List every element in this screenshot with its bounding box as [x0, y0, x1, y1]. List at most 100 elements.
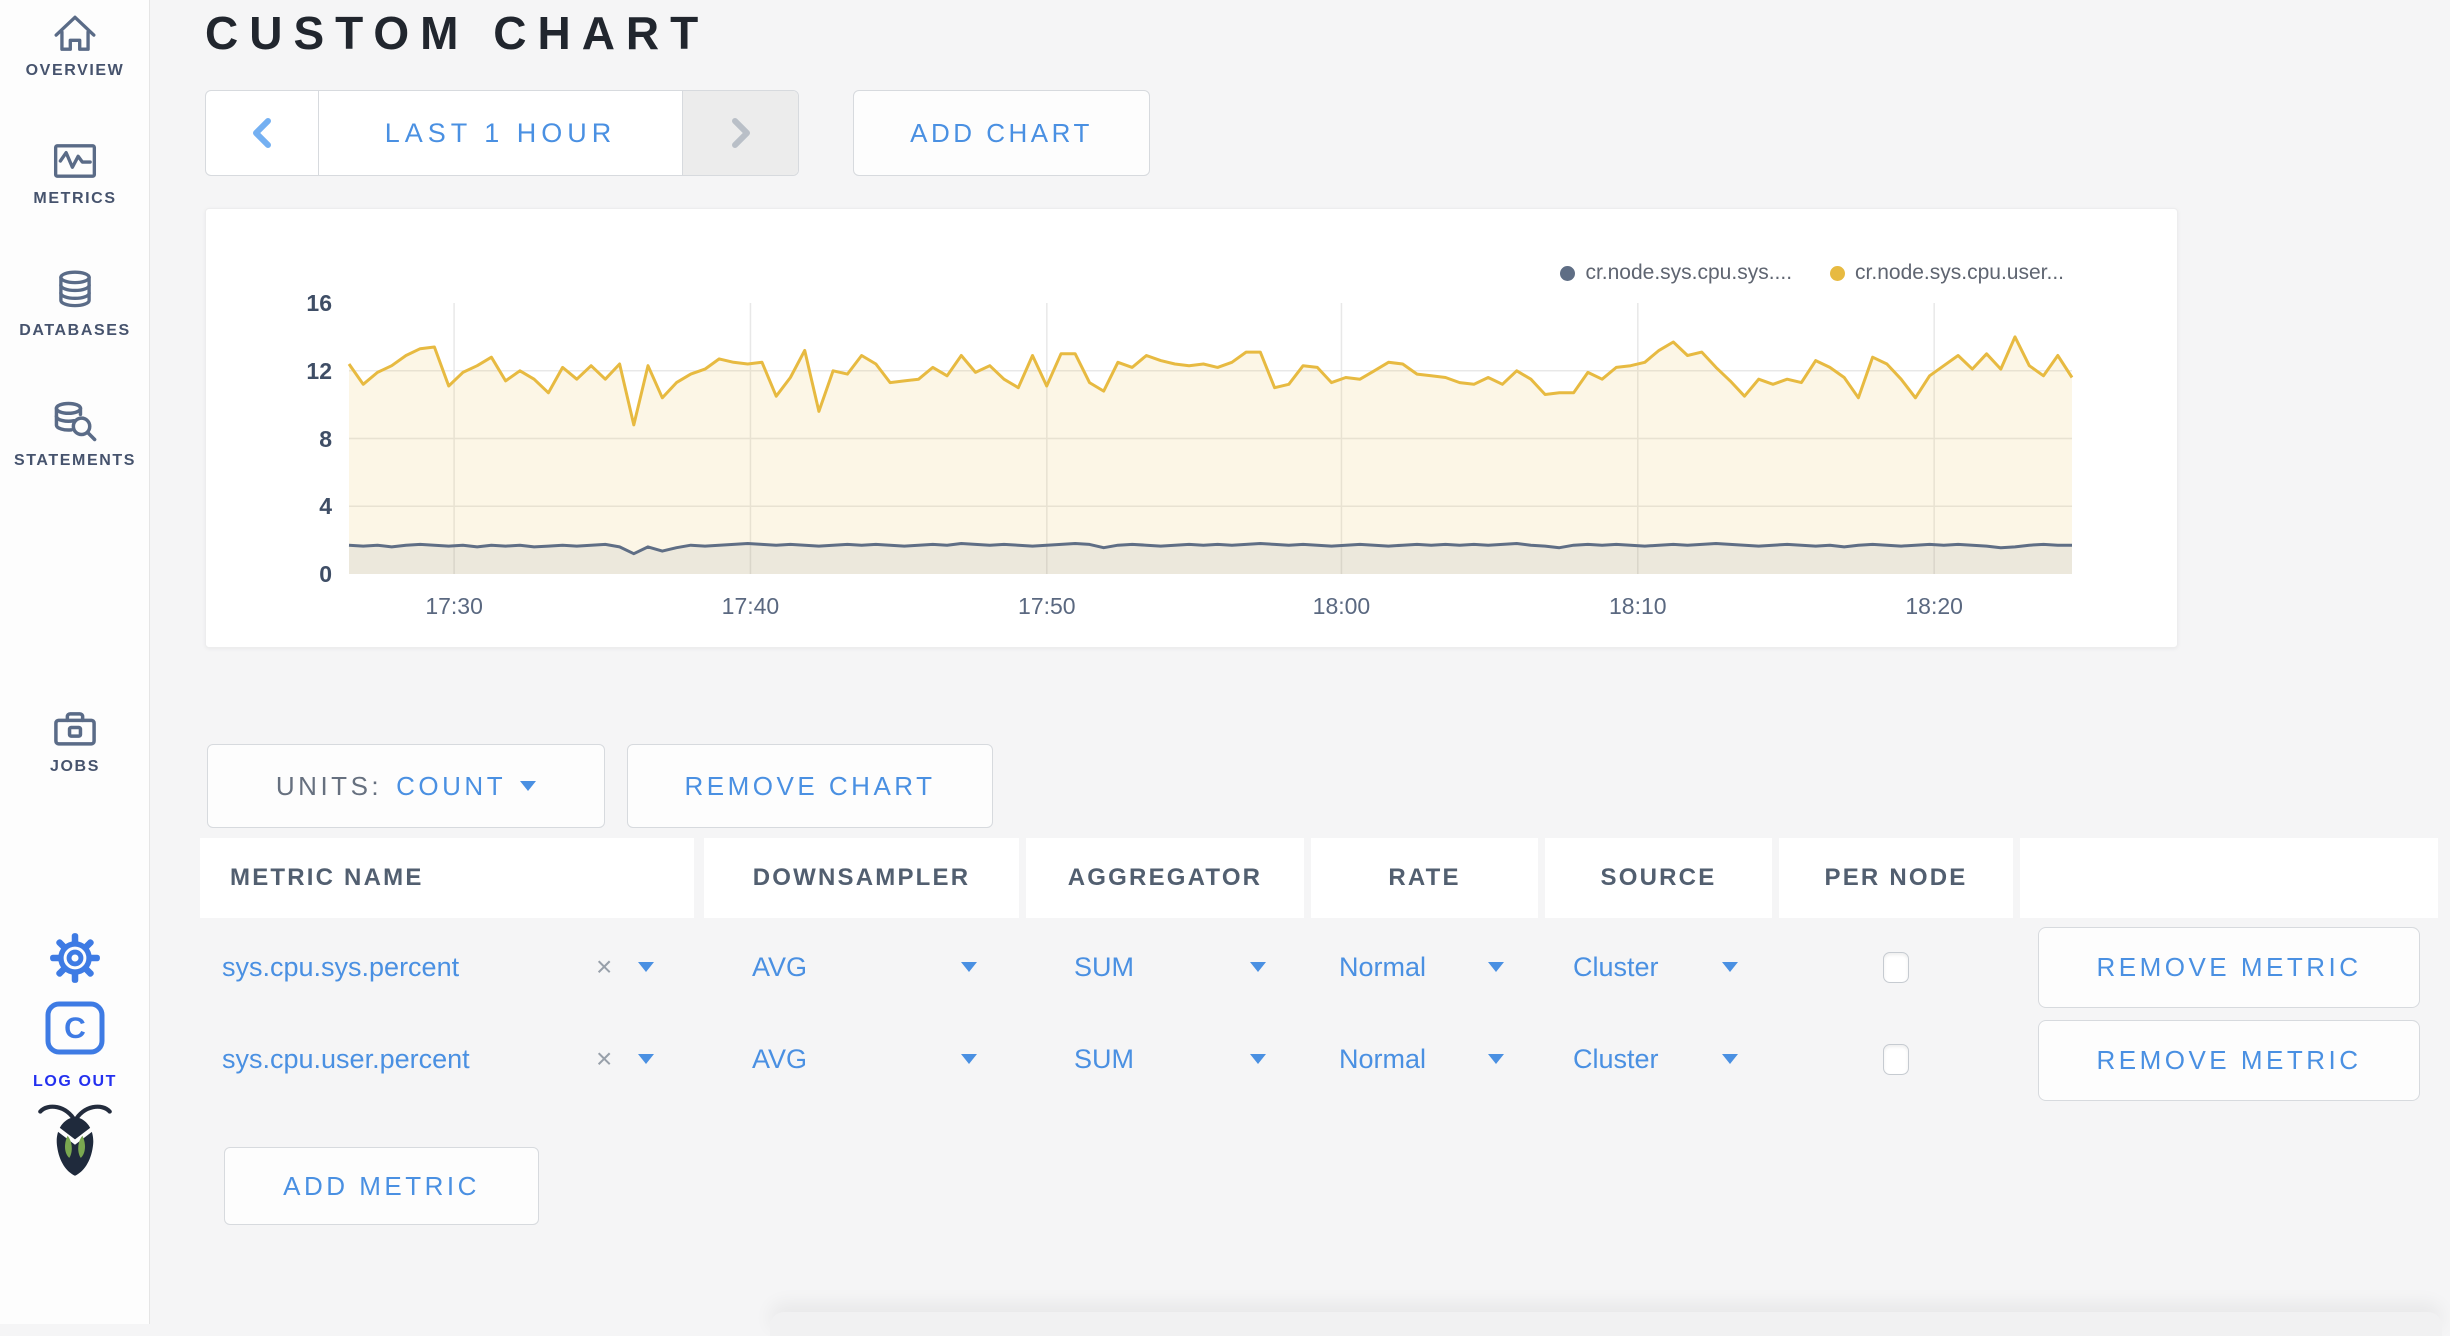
chevron-left-icon	[253, 118, 271, 148]
column-header-per-node: PER NODE	[1779, 838, 2013, 918]
sidebar-item-label: JOBS	[50, 758, 100, 775]
source-select[interactable]: Cluster	[1545, 1013, 1772, 1105]
per-node-checkbox[interactable]	[1883, 951, 1909, 983]
next-chart-card-edge	[770, 1312, 2442, 1336]
x-tick-label: 17:40	[721, 593, 780, 619]
aggregator-value: SUM	[1074, 1043, 1134, 1074]
source-select[interactable]: Cluster	[1545, 921, 1772, 1013]
chart-plot	[347, 303, 2074, 574]
legend-dot-icon	[1830, 265, 1846, 281]
chevron-down-icon	[1488, 962, 1504, 972]
clear-metric-icon[interactable]: ×	[596, 1043, 612, 1075]
per-node-checkbox[interactable]	[1883, 1043, 1909, 1075]
settings-button[interactable]	[0, 932, 150, 989]
sidebar-item-metrics[interactable]: METRICS	[0, 140, 150, 208]
legend-item[interactable]: cr.node.sys.cpu.sys....	[1560, 261, 1792, 285]
page-title: CUSTOM CHART	[205, 7, 710, 59]
logout-label: LOG OUT	[32, 1073, 118, 1090]
legend-item[interactable]: cr.node.sys.cpu.user...	[1830, 261, 2064, 285]
column-header-aggregator: AGGREGATOR	[1026, 838, 1304, 918]
chart-legend: cr.node.sys.cpu.sys.... cr.node.sys.cpu.u…	[1560, 261, 2064, 285]
metric-name-value[interactable]: sys.cpu.sys.percent	[200, 952, 459, 983]
legend-label: cr.node.sys.cpu.user...	[1855, 261, 2064, 284]
rate-select[interactable]: Normal	[1311, 921, 1538, 1013]
sidebar-item-jobs[interactable]: JOBS	[0, 706, 150, 776]
chevron-down-icon[interactable]	[638, 1054, 654, 1064]
legend-label: cr.node.sys.cpu.sys....	[1585, 261, 1793, 284]
metric-name-value[interactable]: sys.cpu.user.percent	[200, 1044, 470, 1075]
downsampler-value: AVG	[752, 1043, 808, 1074]
chart-card: cr.node.sys.cpu.sys.... cr.node.sys.cpu.u…	[205, 208, 2178, 648]
chevron-down-icon	[1488, 1054, 1504, 1064]
remove-chart-button[interactable]: REMOVE CHART	[627, 744, 993, 828]
x-tick-label: 18:00	[1312, 593, 1371, 619]
legend-dot-icon	[1560, 265, 1576, 281]
databases-icon	[59, 270, 91, 308]
rate-value: Normal	[1339, 951, 1427, 982]
sidebar-item-overview[interactable]: OVERVIEW	[0, 12, 150, 80]
remove-metric-button[interactable]: REMOVE METRIC	[2038, 927, 2420, 1008]
series-area	[349, 543, 2072, 574]
logout-button[interactable]: C LOG OUT	[0, 1000, 150, 1091]
column-header-source: SOURCE	[1545, 838, 1772, 918]
rate-select[interactable]: Normal	[1311, 1013, 1538, 1105]
units-value: COUNT	[396, 770, 507, 801]
column-header-actions	[2020, 838, 2438, 918]
chevron-down-icon	[961, 962, 977, 972]
add-metric-button[interactable]: ADD METRIC	[224, 1147, 539, 1225]
x-tick-label: 17:30	[425, 593, 483, 619]
svg-text:C: C	[64, 1012, 86, 1045]
sidebar-item-label: METRICS	[33, 190, 117, 207]
y-tick-label: 16	[306, 290, 332, 316]
aggregator-select[interactable]: SUM	[1026, 921, 1304, 1013]
per-node-cell	[1779, 921, 2013, 1013]
source-value: Cluster	[1573, 1043, 1659, 1074]
column-header-downsampler: DOWNSAMPLER	[704, 838, 1019, 918]
chevron-down-icon	[1722, 962, 1738, 972]
metrics-icon	[53, 144, 97, 178]
series-area	[349, 336, 2072, 574]
source-value: Cluster	[1573, 951, 1659, 982]
time-range-label[interactable]: LAST 1 HOUR	[319, 91, 682, 175]
sidebar-item-databases[interactable]: DATABASES	[0, 268, 150, 340]
sidebar: OVERVIEW METRICS DATABASES STATEMENTS JO…	[0, 0, 150, 1324]
units-label: UNITS:	[275, 770, 383, 801]
logout-cockroach-icon: C	[45, 1001, 105, 1055]
chevron-down-icon	[1250, 1054, 1266, 1064]
per-node-cell	[1779, 1013, 2013, 1105]
chart-plot-area	[347, 303, 2074, 574]
gear-icon	[50, 933, 100, 983]
sidebar-item-statements[interactable]: STATEMENTS	[0, 400, 150, 470]
chevron-down-icon	[961, 1054, 977, 1064]
downsampler-select[interactable]: AVG	[704, 921, 1019, 1013]
remove-metric-button[interactable]: REMOVE METRIC	[2038, 1020, 2420, 1101]
jobs-icon	[54, 712, 96, 746]
sidebar-item-label: STATEMENTS	[13, 452, 137, 469]
metric-name-select[interactable]: sys.cpu.sys.percent ×	[200, 921, 694, 1013]
chevron-down-icon	[520, 781, 537, 791]
time-range-next-button[interactable]	[682, 91, 798, 175]
clear-metric-icon[interactable]: ×	[596, 951, 612, 983]
y-tick-label: 8	[319, 425, 332, 452]
x-tick-label: 18:10	[1609, 593, 1667, 619]
y-tick-label: 0	[319, 561, 332, 587]
cockroach-logo	[0, 1100, 150, 1185]
column-header-metric-name: METRIC NAME	[200, 838, 694, 918]
aggregator-value: SUM	[1074, 951, 1134, 982]
units-dropdown[interactable]: UNITS: COUNT	[207, 744, 605, 828]
statements-icon	[54, 401, 97, 442]
home-icon	[54, 15, 96, 51]
downsampler-select[interactable]: AVG	[704, 1013, 1019, 1105]
time-range-prev-button[interactable]	[206, 91, 319, 175]
aggregator-select[interactable]: SUM	[1026, 1013, 1304, 1105]
sidebar-item-label: OVERVIEW	[25, 62, 125, 79]
y-tick-label: 12	[306, 357, 332, 384]
column-header-rate: RATE	[1311, 838, 1538, 918]
chevron-down-icon[interactable]	[638, 962, 654, 972]
metric-name-select[interactable]: sys.cpu.user.percent ×	[200, 1013, 694, 1105]
x-tick-label: 17:50	[1018, 593, 1076, 619]
sidebar-item-label: DATABASES	[19, 322, 131, 339]
add-chart-button[interactable]: ADD CHART	[853, 90, 1150, 176]
x-tick-label: 18:20	[1905, 593, 1963, 619]
downsampler-value: AVG	[752, 951, 808, 982]
